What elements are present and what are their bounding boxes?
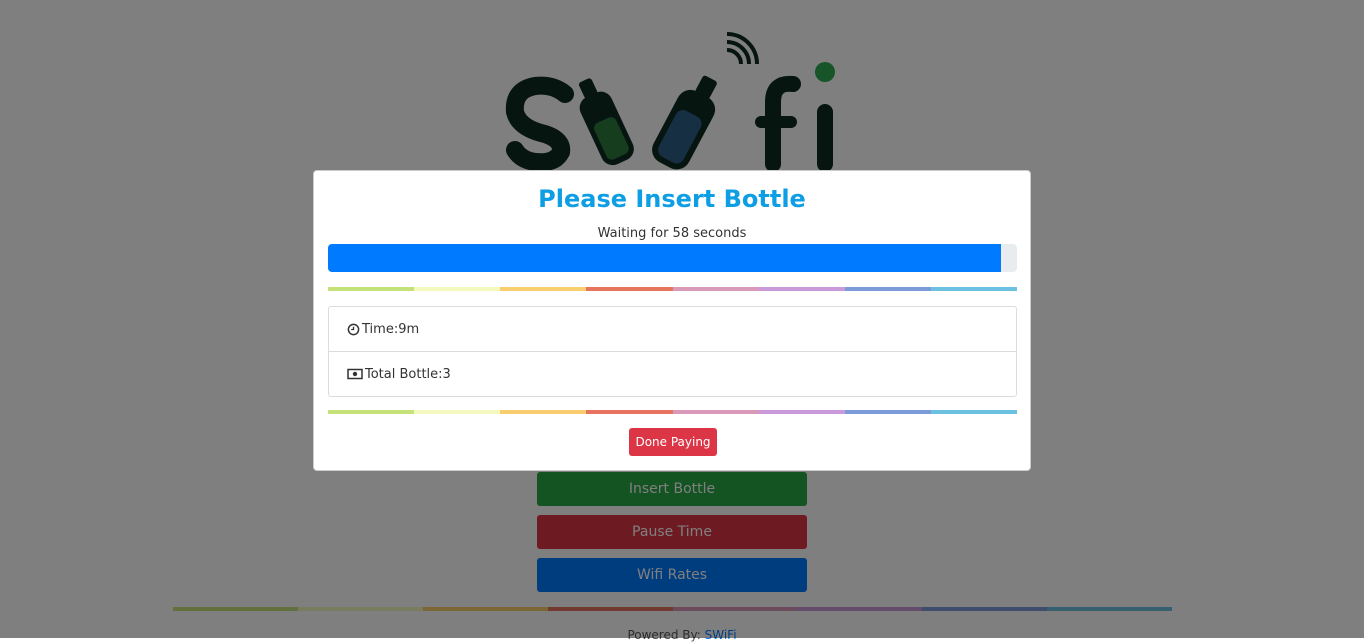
time-label: Time:9m	[362, 321, 420, 337]
insert-bottle-modal: Please Insert Bottle Waiting for 58 seco…	[313, 170, 1031, 471]
total-bottle-label: Total Bottle:3	[365, 366, 451, 382]
countdown-progress-bar	[328, 244, 1002, 272]
clock-icon	[347, 323, 360, 335]
session-info-list: Time:9m Total Bottle:3	[328, 306, 1017, 397]
waiting-countdown: Waiting for 58 seconds	[597, 226, 747, 241]
done-paying-button[interactable]: Done Paying	[629, 428, 717, 456]
modal-title: Please Insert Bottle	[538, 185, 806, 213]
time-item: Time:9m	[329, 307, 1016, 351]
rainbow-divider-bottom	[328, 410, 1017, 414]
rainbow-divider-top	[328, 287, 1017, 291]
total-bottle-item: Total Bottle:3	[329, 351, 1016, 396]
money-icon	[347, 368, 363, 380]
countdown-progress	[328, 244, 1017, 272]
